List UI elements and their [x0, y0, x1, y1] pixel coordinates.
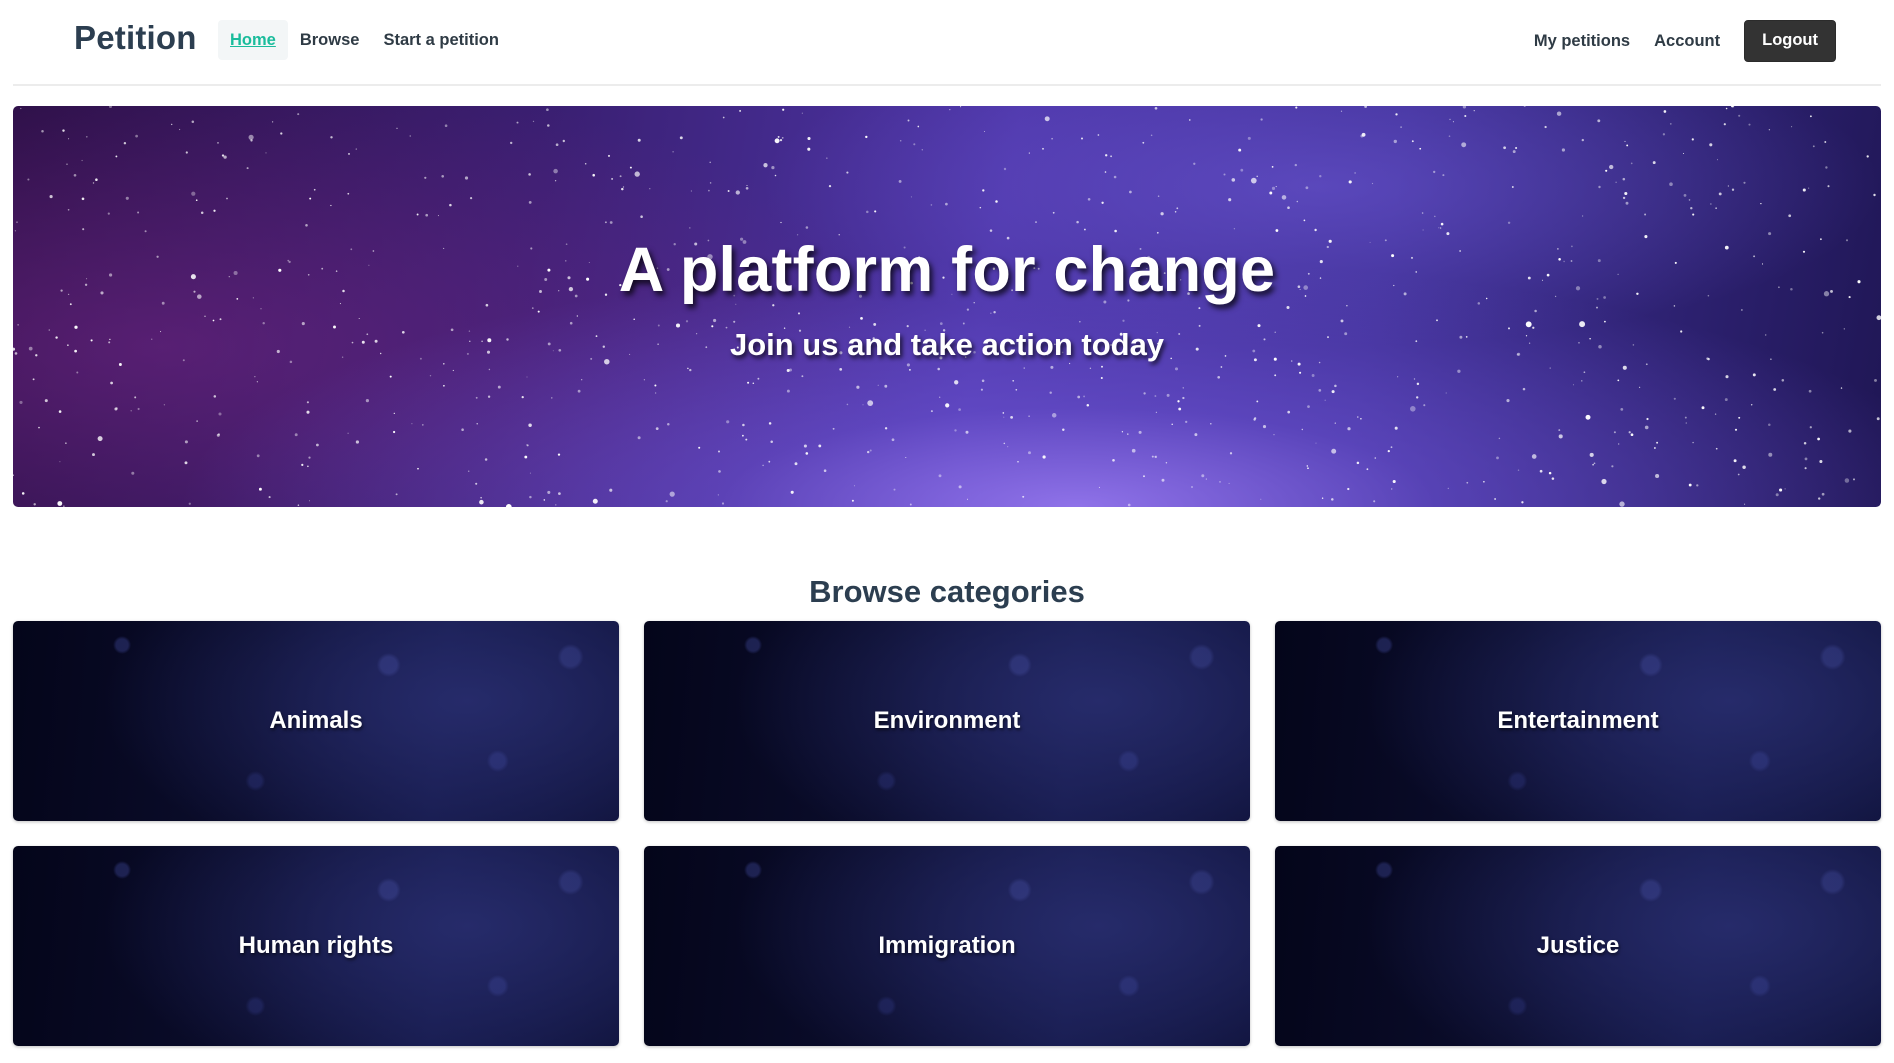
nav-link-home[interactable]: Home [218, 20, 288, 60]
category-label: Immigration [878, 932, 1016, 959]
page: Petition Home Browse Start a petition My… [0, 0, 1894, 1063]
nav-link-start-petition[interactable]: Start a petition [371, 20, 511, 60]
category-card-environment[interactable]: Environment [644, 621, 1250, 821]
category-label: Human rights [238, 932, 394, 959]
category-card-immigration[interactable]: Immigration [644, 846, 1250, 1046]
nav-link-browse[interactable]: Browse [288, 20, 372, 60]
primary-nav: Home Browse Start a petition [218, 20, 511, 60]
category-card-human-rights[interactable]: Human rights [13, 846, 619, 1046]
nav-link-account[interactable]: Account [1642, 21, 1732, 61]
category-label: Justice [1536, 932, 1620, 959]
hero-banner: A platform for change Join us and take a… [13, 106, 1881, 507]
top-navbar: Petition Home Browse Start a petition My… [13, 0, 1881, 86]
category-grid: Animals Environment Entertainment Human … [13, 621, 1881, 1046]
user-nav: My petitions Account Logout [1522, 20, 1836, 62]
hero-title: A platform for change [618, 235, 1276, 305]
starfield-background [13, 106, 1881, 507]
nav-link-my-petitions[interactable]: My petitions [1522, 21, 1642, 61]
category-label: Animals [269, 707, 363, 734]
brand-logo-link[interactable]: Petition [74, 19, 197, 57]
category-label: Entertainment [1497, 707, 1659, 734]
category-card-entertainment[interactable]: Entertainment [1275, 621, 1881, 821]
category-card-animals[interactable]: Animals [13, 621, 619, 821]
browse-categories-heading: Browse categories [809, 574, 1085, 609]
logout-button[interactable]: Logout [1744, 20, 1836, 62]
hero-subtitle: Join us and take action today [729, 327, 1165, 362]
category-label: Environment [873, 707, 1021, 734]
category-card-justice[interactable]: Justice [1275, 846, 1881, 1046]
